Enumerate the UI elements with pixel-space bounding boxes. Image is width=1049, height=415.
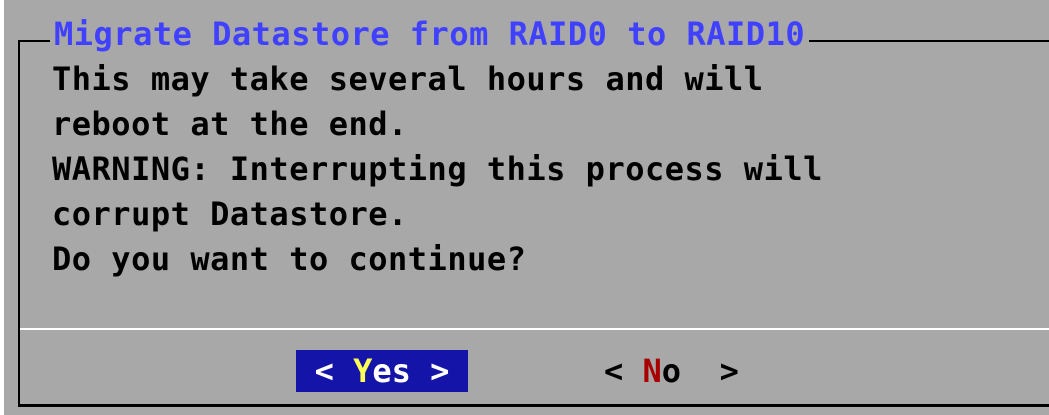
dialog-message: This may take several hours and will reb… <box>52 60 823 278</box>
no-button-label-rest: o <box>661 352 682 390</box>
no-button-hotkey: N <box>642 352 662 390</box>
no-button-open-bracket: < <box>604 352 643 390</box>
yes-button-open-bracket: < <box>314 352 354 390</box>
yes-button-close-bracket: > <box>410 352 450 390</box>
dialog-button-separator <box>20 328 1049 330</box>
confirm-dialog: Migrate Datastore from RAID0 to RAID10 T… <box>4 0 1049 415</box>
yes-button-hotkey: Y <box>353 352 373 390</box>
no-button[interactable]: < No > <box>604 350 776 392</box>
no-button-close-bracket: > <box>681 352 739 390</box>
yes-button[interactable]: < Yes > <box>296 350 468 392</box>
dialog-button-row: < Yes > < No > <box>4 350 1049 392</box>
dialog-border-bottom <box>18 404 1049 407</box>
dialog-title: Migrate Datastore from RAID0 to RAID10 <box>50 12 810 56</box>
yes-button-label-rest: es <box>372 352 411 390</box>
